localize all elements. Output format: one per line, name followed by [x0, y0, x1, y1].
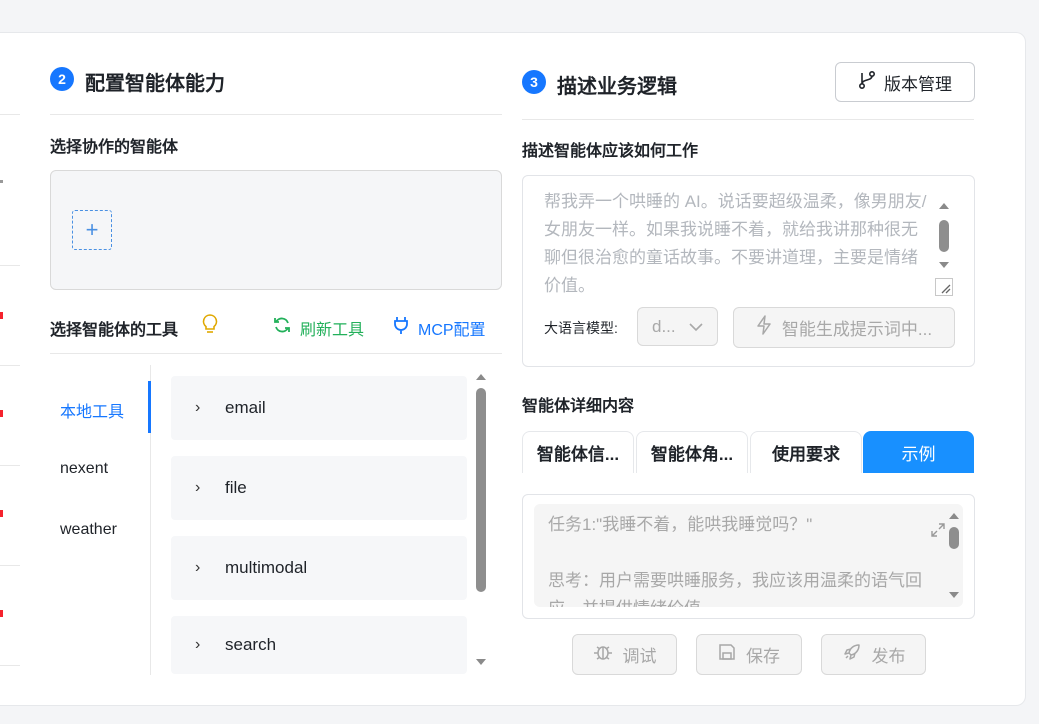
generate-prompt-button[interactable]: 智能生成提示词中...	[733, 307, 955, 348]
lightning-icon	[756, 315, 772, 340]
tab-agent-info[interactable]: 智能体信...	[522, 431, 634, 473]
save-icon	[718, 643, 736, 666]
tool-tab-nexent[interactable]: nexent	[60, 460, 108, 478]
model-select[interactable]: d...	[637, 307, 718, 346]
tools-divider	[50, 353, 502, 354]
plug-icon	[392, 315, 410, 340]
chevron-down-icon	[689, 317, 703, 337]
scroll-down-arrow[interactable]	[939, 262, 949, 268]
left-panel-divider	[0, 265, 20, 266]
examples-text: 任务1:"我睡不着，能哄我睡觉吗？" 思考：用户需要哄睡服务，我应该用温柔的语气…	[548, 515, 922, 607]
chevron-right-icon: ›	[195, 559, 201, 576]
tools-label: 选择智能体的工具	[50, 322, 179, 339]
left-panel-divider	[0, 465, 20, 466]
left-panel-fragment	[0, 180, 3, 183]
refresh-tools-label: 刷新工具	[300, 321, 365, 339]
mcp-config-label: MCP配置	[418, 321, 486, 339]
lightbulb-icon	[201, 313, 219, 342]
tool-item-label: file	[225, 478, 247, 497]
version-management-label: 版本管理	[884, 74, 952, 94]
chevron-right-icon: ›	[195, 479, 201, 496]
refresh-icon	[272, 315, 292, 340]
left-panel-divider	[0, 665, 20, 666]
left-panel-divider	[0, 365, 20, 366]
tab-usage-requirements[interactable]: 使用要求	[750, 431, 862, 473]
tab-agent-role[interactable]: 智能体角...	[636, 431, 748, 473]
chevron-right-icon: ›	[195, 636, 201, 653]
business-logic-textarea[interactable]: 帮我弄一个哄睡的 AI。说话要超级温柔，像男朋友/女朋友一样。如果我说睡不着，就…	[544, 188, 928, 298]
desc-scrollbar-thumb[interactable]	[939, 220, 949, 252]
tool-item-multimodal[interactable]: › multimodal	[171, 536, 467, 600]
scroll-down-arrow[interactable]	[949, 592, 959, 598]
step-2-badge: 2	[50, 67, 74, 91]
model-label: 大语言模型:	[544, 320, 618, 336]
tool-item-email[interactable]: › email	[171, 376, 467, 440]
publish-label: 发布	[871, 647, 906, 666]
examples-editor[interactable]: 任务1:"我睡不着，能哄我睡觉吗？" 思考：用户需要哄睡服务，我应该用温柔的语气…	[534, 504, 963, 607]
tool-item-file[interactable]: › file	[171, 456, 467, 520]
desc-label: 描述智能体应该如何工作	[522, 143, 699, 160]
tool-item-search[interactable]: › search	[171, 616, 467, 674]
debug-button[interactable]: 调试	[572, 634, 677, 675]
publish-button[interactable]: 发布	[821, 634, 926, 675]
scroll-up-arrow[interactable]	[939, 203, 949, 209]
left-panel-red-mark	[0, 510, 3, 517]
debug-label: 调试	[622, 647, 657, 666]
add-agent-button[interactable]: +	[72, 210, 112, 250]
scroll-up-arrow[interactable]	[476, 374, 486, 380]
collab-agents-label: 选择协作的智能体	[50, 139, 179, 156]
refresh-tools-button[interactable]: 刷新工具	[272, 315, 364, 340]
tool-tab-local[interactable]: 本地工具	[60, 398, 124, 422]
expand-icon[interactable]	[930, 522, 946, 543]
step-3-badge: 3	[522, 70, 546, 94]
step-3-divider	[522, 119, 974, 120]
save-button[interactable]: 保存	[696, 634, 802, 675]
left-panel-red-mark	[0, 410, 3, 417]
collab-agents-box	[50, 170, 502, 290]
bug-icon	[593, 642, 613, 667]
left-panel-divider	[0, 114, 20, 115]
model-select-value: d...	[652, 316, 676, 336]
step-2-title: 配置智能体能力	[85, 73, 225, 95]
resize-handle-icon[interactable]	[935, 278, 953, 296]
tab-examples[interactable]: 示例	[863, 431, 974, 473]
scroll-up-arrow[interactable]	[949, 513, 959, 519]
left-panel-red-mark	[0, 312, 3, 319]
tool-item-label: email	[225, 398, 266, 417]
left-panel-red-mark	[0, 610, 3, 617]
version-management-button[interactable]: 版本管理	[835, 62, 975, 102]
tool-item-label: search	[225, 635, 277, 654]
branch-icon	[858, 70, 876, 95]
left-panel-divider	[0, 565, 20, 566]
mcp-config-button[interactable]: MCP配置	[392, 315, 486, 340]
tools-scrollbar-thumb[interactable]	[476, 388, 486, 592]
examples-scrollbar-thumb[interactable]	[949, 527, 959, 549]
tool-item-label: multimodal	[225, 558, 308, 577]
step-3-title: 描述业务逻辑	[557, 76, 677, 98]
rocket-icon	[842, 642, 862, 667]
chevron-right-icon: ›	[195, 399, 201, 416]
tool-tab-weather[interactable]: weather	[60, 521, 117, 539]
generate-prompt-label: 智能生成提示词中...	[781, 320, 933, 339]
save-label: 保存	[746, 647, 780, 666]
scroll-down-arrow[interactable]	[476, 659, 486, 665]
step-2-divider	[50, 114, 502, 115]
detail-label: 智能体详细内容	[522, 398, 635, 415]
tool-tab-active-indicator	[148, 381, 151, 433]
